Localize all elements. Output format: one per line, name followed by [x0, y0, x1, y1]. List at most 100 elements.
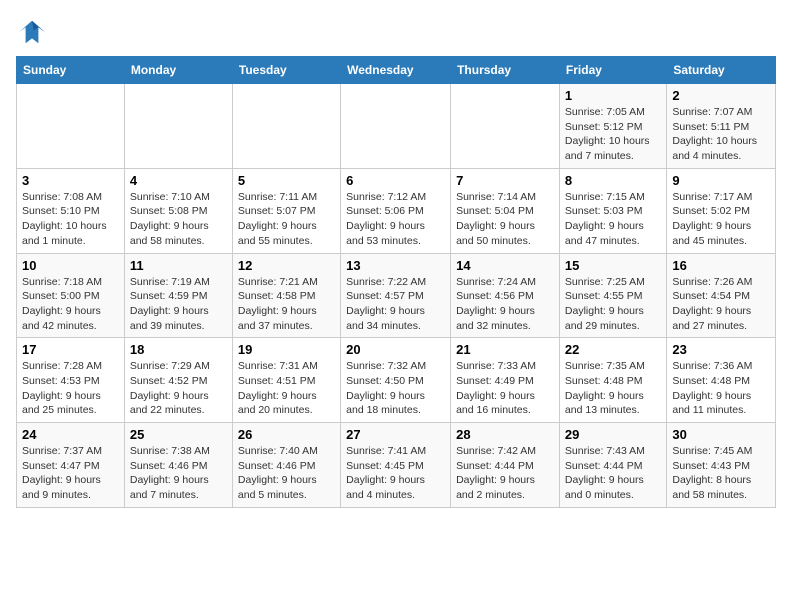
calendar-cell: 29 Sunrise: 7:43 AM Sunset: 4:44 PM Dayli…: [559, 423, 666, 508]
day-info: Sunrise: 7:28 AM Sunset: 4:53 PM Dayligh…: [22, 359, 119, 418]
day-number: 6: [346, 173, 445, 188]
weekday-header-row: SundayMondayTuesdayWednesdayThursdayFrid…: [17, 57, 776, 84]
weekday-header: Thursday: [451, 57, 560, 84]
calendar-week-row: 17 Sunrise: 7:28 AM Sunset: 4:53 PM Dayli…: [17, 338, 776, 423]
day-number: 17: [22, 342, 119, 357]
day-info: Sunrise: 7:42 AM Sunset: 4:44 PM Dayligh…: [456, 444, 554, 503]
calendar-cell: 22 Sunrise: 7:35 AM Sunset: 4:48 PM Dayli…: [559, 338, 666, 423]
calendar-cell: 3 Sunrise: 7:08 AM Sunset: 5:10 PM Daylig…: [17, 168, 125, 253]
weekday-header: Saturday: [667, 57, 776, 84]
day-info: Sunrise: 7:26 AM Sunset: 4:54 PM Dayligh…: [672, 275, 770, 334]
day-number: 7: [456, 173, 554, 188]
calendar-cell: 6 Sunrise: 7:12 AM Sunset: 5:06 PM Daylig…: [341, 168, 451, 253]
day-number: 14: [456, 258, 554, 273]
day-info: Sunrise: 7:12 AM Sunset: 5:06 PM Dayligh…: [346, 190, 445, 249]
day-info: Sunrise: 7:08 AM Sunset: 5:10 PM Dayligh…: [22, 190, 119, 249]
day-number: 3: [22, 173, 119, 188]
day-info: Sunrise: 7:22 AM Sunset: 4:57 PM Dayligh…: [346, 275, 445, 334]
day-number: 26: [238, 427, 335, 442]
day-number: 25: [130, 427, 227, 442]
calendar-cell: 21Sunrise: 7:33 AM Sunset: 4:49 PM Dayli…: [451, 338, 560, 423]
day-info: Sunrise: 7:36 AM Sunset: 4:48 PM Dayligh…: [672, 359, 770, 418]
page-header: [16, 16, 776, 48]
calendar-cell: 1 Sunrise: 7:05 AM Sunset: 5:12 PM Daylig…: [559, 84, 666, 169]
day-info: Sunrise: 7:32 AM Sunset: 4:50 PM Dayligh…: [346, 359, 445, 418]
day-info: Sunrise: 7:05 AM Sunset: 5:12 PM Dayligh…: [565, 105, 661, 164]
day-info: Sunrise: 7:33 AM Sunset: 4:49 PM Dayligh…: [456, 359, 554, 418]
calendar-cell: 16 Sunrise: 7:26 AM Sunset: 4:54 PM Dayli…: [667, 253, 776, 338]
day-number: 20: [346, 342, 445, 357]
calendar-cell: 7 Sunrise: 7:14 AM Sunset: 5:04 PM Daylig…: [451, 168, 560, 253]
day-number: 10: [22, 258, 119, 273]
weekday-header: Wednesday: [341, 57, 451, 84]
day-info: Sunrise: 7:45 AM Sunset: 4:43 PM Dayligh…: [672, 444, 770, 503]
weekday-header: Sunday: [17, 57, 125, 84]
day-info: Sunrise: 7:10 AM Sunset: 5:08 PM Dayligh…: [130, 190, 227, 249]
day-info: Sunrise: 7:24 AM Sunset: 4:56 PM Dayligh…: [456, 275, 554, 334]
day-info: Sunrise: 7:17 AM Sunset: 5:02 PM Dayligh…: [672, 190, 770, 249]
calendar-cell: 19 Sunrise: 7:31 AM Sunset: 4:51 PM Dayli…: [232, 338, 340, 423]
day-number: 13: [346, 258, 445, 273]
weekday-header: Monday: [124, 57, 232, 84]
day-number: 24: [22, 427, 119, 442]
day-number: 16: [672, 258, 770, 273]
weekday-header: Friday: [559, 57, 666, 84]
calendar-cell: 30 Sunrise: 7:45 AM Sunset: 4:43 PM Dayli…: [667, 423, 776, 508]
weekday-header: Tuesday: [232, 57, 340, 84]
day-number: 29: [565, 427, 661, 442]
day-number: 27: [346, 427, 445, 442]
day-info: Sunrise: 7:35 AM Sunset: 4:48 PM Dayligh…: [565, 359, 661, 418]
calendar-week-row: 3 Sunrise: 7:08 AM Sunset: 5:10 PM Daylig…: [17, 168, 776, 253]
calendar-cell: 25 Sunrise: 7:38 AM Sunset: 4:46 PM Dayli…: [124, 423, 232, 508]
day-number: 22: [565, 342, 661, 357]
day-info: Sunrise: 7:07 AM Sunset: 5:11 PM Dayligh…: [672, 105, 770, 164]
day-number: 28: [456, 427, 554, 442]
day-info: Sunrise: 7:41 AM Sunset: 4:45 PM Dayligh…: [346, 444, 445, 503]
day-number: 19: [238, 342, 335, 357]
calendar-table: SundayMondayTuesdayWednesdayThursdayFrid…: [16, 56, 776, 508]
calendar-cell: 23 Sunrise: 7:36 AM Sunset: 4:48 PM Dayli…: [667, 338, 776, 423]
calendar-cell: [341, 84, 451, 169]
day-number: 1: [565, 88, 661, 103]
calendar-cell: 10Sunrise: 7:18 AM Sunset: 5:00 PM Dayli…: [17, 253, 125, 338]
calendar-cell: 8Sunrise: 7:15 AM Sunset: 5:03 PM Daylig…: [559, 168, 666, 253]
calendar-cell: 11 Sunrise: 7:19 AM Sunset: 4:59 PM Dayli…: [124, 253, 232, 338]
day-info: Sunrise: 7:19 AM Sunset: 4:59 PM Dayligh…: [130, 275, 227, 334]
day-info: Sunrise: 7:21 AM Sunset: 4:58 PM Dayligh…: [238, 275, 335, 334]
day-info: Sunrise: 7:15 AM Sunset: 5:03 PM Dayligh…: [565, 190, 661, 249]
day-info: Sunrise: 7:38 AM Sunset: 4:46 PM Dayligh…: [130, 444, 227, 503]
day-number: 23: [672, 342, 770, 357]
day-info: Sunrise: 7:11 AM Sunset: 5:07 PM Dayligh…: [238, 190, 335, 249]
day-number: 12: [238, 258, 335, 273]
day-info: Sunrise: 7:31 AM Sunset: 4:51 PM Dayligh…: [238, 359, 335, 418]
day-info: Sunrise: 7:14 AM Sunset: 5:04 PM Dayligh…: [456, 190, 554, 249]
day-number: 11: [130, 258, 227, 273]
day-info: Sunrise: 7:29 AM Sunset: 4:52 PM Dayligh…: [130, 359, 227, 418]
calendar-cell: 14 Sunrise: 7:24 AM Sunset: 4:56 PM Dayli…: [451, 253, 560, 338]
day-number: 15: [565, 258, 661, 273]
calendar-cell: [124, 84, 232, 169]
day-number: 4: [130, 173, 227, 188]
calendar-cell: 17 Sunrise: 7:28 AM Sunset: 4:53 PM Dayli…: [17, 338, 125, 423]
day-info: Sunrise: 7:40 AM Sunset: 4:46 PM Dayligh…: [238, 444, 335, 503]
logo: [16, 16, 52, 48]
calendar-cell: 15Sunrise: 7:25 AM Sunset: 4:55 PM Dayli…: [559, 253, 666, 338]
calendar-cell: 26 Sunrise: 7:40 AM Sunset: 4:46 PM Dayli…: [232, 423, 340, 508]
calendar-cell: 20 Sunrise: 7:32 AM Sunset: 4:50 PM Dayli…: [341, 338, 451, 423]
calendar-cell: 2 Sunrise: 7:07 AM Sunset: 5:11 PM Daylig…: [667, 84, 776, 169]
logo-icon: [16, 16, 48, 48]
day-number: 9: [672, 173, 770, 188]
calendar-cell: [17, 84, 125, 169]
calendar-cell: 12 Sunrise: 7:21 AM Sunset: 4:58 PM Dayli…: [232, 253, 340, 338]
day-info: Sunrise: 7:37 AM Sunset: 4:47 PM Dayligh…: [22, 444, 119, 503]
calendar-week-row: 24 Sunrise: 7:37 AM Sunset: 4:47 PM Dayli…: [17, 423, 776, 508]
day-info: Sunrise: 7:43 AM Sunset: 4:44 PM Dayligh…: [565, 444, 661, 503]
day-number: 5: [238, 173, 335, 188]
day-number: 30: [672, 427, 770, 442]
calendar-cell: 9 Sunrise: 7:17 AM Sunset: 5:02 PM Daylig…: [667, 168, 776, 253]
calendar-cell: 5 Sunrise: 7:11 AM Sunset: 5:07 PM Daylig…: [232, 168, 340, 253]
calendar-cell: 13 Sunrise: 7:22 AM Sunset: 4:57 PM Dayli…: [341, 253, 451, 338]
calendar-week-row: 1 Sunrise: 7:05 AM Sunset: 5:12 PM Daylig…: [17, 84, 776, 169]
calendar-cell: [451, 84, 560, 169]
day-number: 2: [672, 88, 770, 103]
